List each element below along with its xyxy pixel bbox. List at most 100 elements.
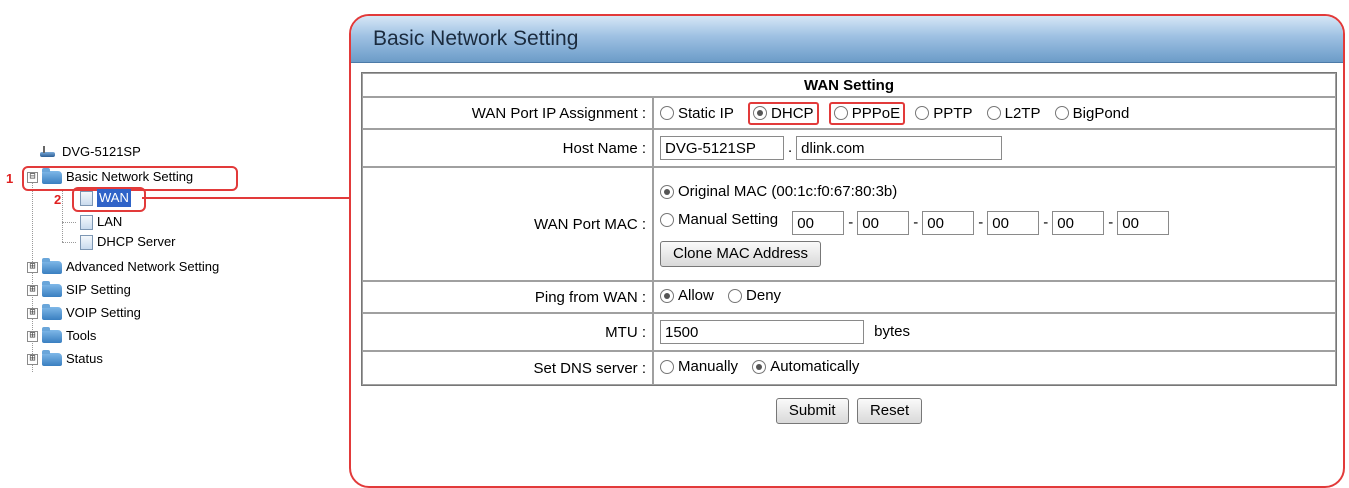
dns-automatic-radio[interactable]: Automatically <box>752 358 859 375</box>
radio-icon <box>660 212 674 227</box>
option-label: DHCP <box>771 104 814 122</box>
tree-item-tools[interactable]: ⊞ Tools <box>27 326 97 345</box>
option-label: Original MAC (00:1c:f0:67:80:3b) <box>678 183 898 201</box>
option-label: L2TP <box>1004 104 1041 122</box>
radio-icon <box>915 106 930 120</box>
step-1-label: 1 <box>6 171 14 186</box>
folder-icon <box>42 257 62 274</box>
dns-manual-radio[interactable]: Manually <box>660 358 738 375</box>
collapse-icon[interactable]: ⊟ <box>27 171 38 183</box>
ping-allow-radio[interactable]: Allow <box>660 287 714 304</box>
mtu-label: MTU : <box>362 313 653 351</box>
tree-item-label: VOIP Setting <box>66 305 141 320</box>
tree-item-label: Advanced Network Setting <box>66 259 220 274</box>
expand-icon[interactable]: ⊞ <box>27 284 38 296</box>
tree-item-status[interactable]: ⊞ Status <box>27 349 103 368</box>
l2tp-radio[interactable]: L2TP <box>986 104 1041 122</box>
panel-title: Basic Network Setting <box>351 16 1343 63</box>
radio-icon <box>833 106 848 120</box>
option-label: Deny <box>746 287 782 305</box>
radio-selected-icon <box>660 288 674 303</box>
reset-button[interactable]: Reset <box>856 398 923 424</box>
folder-icon <box>42 167 62 184</box>
mac-octet-5-input[interactable]: 00 <box>1052 210 1105 235</box>
ping-deny-radio[interactable]: Deny <box>728 287 781 304</box>
expand-icon[interactable]: ⊞ <box>27 307 38 319</box>
mac-separator: - <box>848 213 854 231</box>
navigation-tree: DVG-5121SP 1 ⊟ Basic Network Setting 2 W… <box>0 0 350 473</box>
tree-item-label: SIP Setting <box>66 282 131 297</box>
tree-item-label: Basic Network Setting <box>66 169 194 184</box>
tree-item-wan[interactable]: WAN <box>80 189 131 207</box>
tree-line <box>62 222 76 223</box>
radio-icon <box>986 106 1001 120</box>
static-ip-radio[interactable]: Static IP <box>660 105 734 122</box>
domain-name-input[interactable]: dlink.com <box>796 136 1003 160</box>
pppoe-radio[interactable]: PPPoE <box>828 101 906 125</box>
wan-settings-form: WAN Setting WAN Port IP Assignment : Sta… <box>361 72 1337 424</box>
folder-icon <box>42 280 62 297</box>
host-name-fields: DVG-5121SP. dlink.com <box>653 129 1336 167</box>
tree-item-sip-setting[interactable]: ⊞ SIP Setting <box>27 280 131 299</box>
option-label: BigPond <box>1072 104 1130 122</box>
host-domain-separator: . <box>788 138 793 156</box>
step-2-label: 2 <box>54 192 62 207</box>
ip-assignment-options: Static IP DHCP PPPoE PPTP L2TP BigPond <box>653 97 1336 129</box>
original-mac-radio[interactable]: Original MAC (00:1c:f0:67:80:3b) <box>660 183 897 200</box>
folder-icon <box>42 326 62 343</box>
tree-item-lan[interactable]: LAN <box>80 213 122 231</box>
tree-line <box>62 190 63 242</box>
section-title: WAN Setting <box>362 73 1336 97</box>
settings-panel: Basic Network Setting WAN Setting WAN Po… <box>349 14 1345 488</box>
mac-separator: - <box>978 213 984 231</box>
host-name-input[interactable]: DVG-5121SP <box>660 136 784 160</box>
pptp-radio[interactable]: PPTP <box>915 105 972 122</box>
folder-icon <box>42 349 62 366</box>
mac-octet-3-input[interactable]: 00 <box>922 210 975 235</box>
page-icon <box>80 214 93 230</box>
radio-icon <box>1054 106 1069 120</box>
tree-item-basic-network-setting[interactable]: ⊟ Basic Network Setting <box>27 167 194 186</box>
tree-item-dhcp-server[interactable]: DHCP Server <box>80 233 176 251</box>
mac-separator: - <box>1043 213 1049 231</box>
tree-item-voip-setting[interactable]: ⊞ VOIP Setting <box>27 303 141 322</box>
option-label: Static IP <box>678 104 734 122</box>
tree-item-label: Status <box>66 351 103 366</box>
option-label: Automatically <box>770 358 860 376</box>
radio-icon <box>660 359 674 374</box>
bigpond-radio[interactable]: BigPond <box>1054 104 1130 122</box>
page-icon <box>80 234 93 250</box>
mac-octet-6-input[interactable]: 00 <box>1117 210 1170 235</box>
tree-item-label: LAN <box>97 214 123 229</box>
tree-line <box>62 242 76 243</box>
mtu-unit: bytes <box>874 322 911 340</box>
tree-item-label: WAN <box>97 189 131 207</box>
radio-selected-icon <box>753 106 768 120</box>
page-icon <box>80 190 93 206</box>
dns-server-label: Set DNS server : <box>362 351 653 385</box>
mac-separator: - <box>1108 213 1114 231</box>
folder-icon <box>42 303 62 320</box>
radio-selected-icon <box>660 184 674 199</box>
ping-options: Allow Deny <box>653 281 1336 313</box>
mtu-input[interactable]: 1500 <box>660 320 864 344</box>
wan-mac-options: Original MAC (00:1c:f0:67:80:3b) Manual … <box>653 167 1336 281</box>
tree-root[interactable]: DVG-5121SP <box>40 143 141 161</box>
expand-icon[interactable]: ⊞ <box>27 330 38 342</box>
expand-icon[interactable]: ⊞ <box>27 353 38 365</box>
submit-button[interactable]: Submit <box>775 398 849 424</box>
tree-root-label: DVG-5121SP <box>62 144 141 159</box>
wan-mac-label: WAN Port MAC : <box>362 167 653 281</box>
manual-mac-radio[interactable]: Manual Setting <box>660 211 778 228</box>
form-actions: Submit Reset <box>361 398 1337 424</box>
clone-mac-button[interactable]: Clone MAC Address <box>660 240 822 267</box>
tree-item-advanced-network-setting[interactable]: ⊞ Advanced Network Setting <box>27 257 220 276</box>
option-label: PPTP <box>933 104 973 122</box>
tree-item-label: Tools <box>66 328 97 343</box>
wan-settings-table: WAN Setting WAN Port IP Assignment : Sta… <box>361 72 1337 386</box>
mac-octet-2-input[interactable]: 00 <box>857 210 910 235</box>
mac-octet-4-input[interactable]: 00 <box>987 210 1040 235</box>
expand-icon[interactable]: ⊞ <box>27 261 38 273</box>
mac-octet-1-input[interactable]: 00 <box>792 210 845 235</box>
dhcp-radio[interactable]: DHCP <box>748 101 819 125</box>
